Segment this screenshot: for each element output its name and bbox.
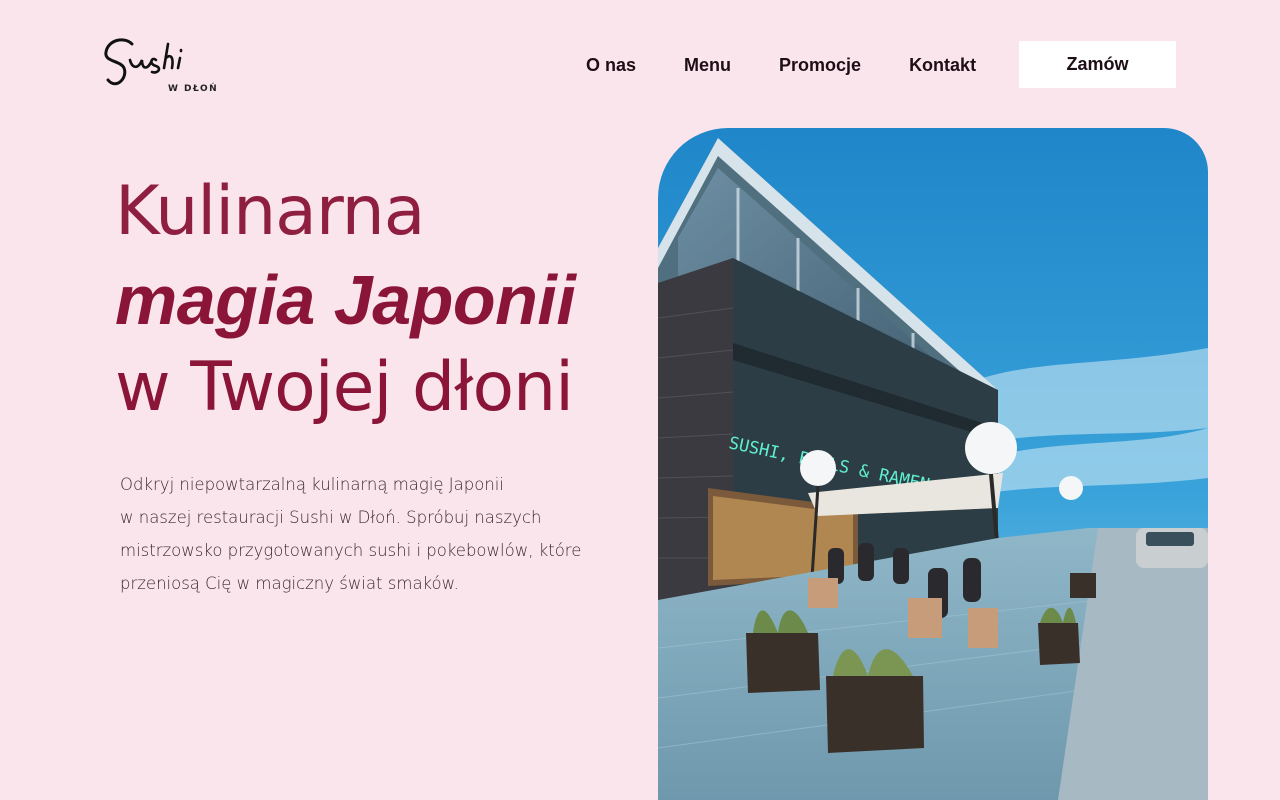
nav-link-kontakt[interactable]: Kontakt	[909, 52, 976, 78]
nav-link-o-nas[interactable]: O nas	[586, 52, 636, 78]
hero-description-line: przeniosą Cię w magiczny świat smaków.	[120, 574, 459, 593]
hero-description: Odkryj niepowtarzalną kulinarną magię Ja…	[120, 468, 582, 600]
logo-subtitle: W DŁOŃ	[168, 84, 219, 94]
order-button[interactable]: Zamów	[1019, 41, 1176, 88]
nav-link-promocje[interactable]: Promocje	[779, 52, 861, 78]
nav-link-menu[interactable]: Menu	[684, 52, 731, 78]
brand-logo[interactable]: W DŁOŃ	[102, 30, 222, 100]
hero-title-line1: Kulinarna	[115, 172, 425, 251]
hero-description-line: Odkryj niepowtarzalną kulinarną magię Ja…	[120, 475, 504, 494]
main-nav: O nas Menu Promocje Kontakt	[586, 52, 976, 78]
hero-description-line: w naszej restauracji Sushi w Dłoń. Sprób…	[120, 508, 542, 527]
hero-title: Kulinarna magia Japonii w Twojej dłoni	[115, 168, 635, 432]
hero-title-line3: w Twojej dłoni	[115, 348, 574, 427]
restaurant-photo: SUSHI, BOWLS & RAMEN	[658, 128, 1208, 800]
restaurant-exterior-image: SUSHI, BOWLS & RAMEN	[658, 128, 1208, 800]
hero-title-line2: magia Japonii	[115, 261, 576, 339]
hero-description-line: mistrzowsko przygotowanych sushi i pokeb…	[120, 541, 582, 560]
logo-script-icon	[104, 38, 183, 86]
